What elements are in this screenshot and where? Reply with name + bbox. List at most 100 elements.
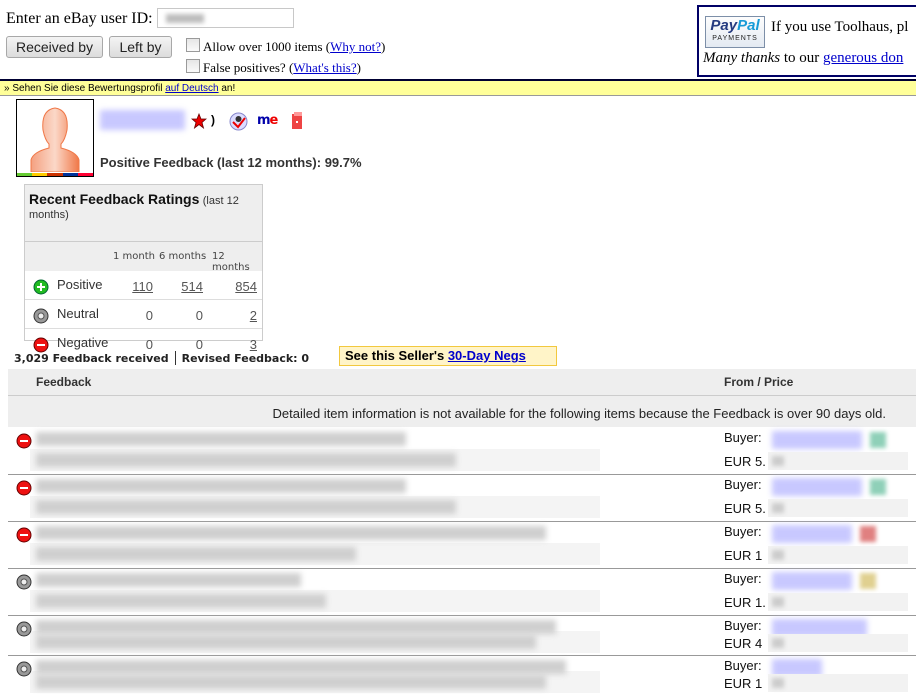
whats-this-link[interactable]: What's this?: [293, 60, 356, 75]
price: EUR 4: [724, 636, 763, 651]
store-door-icon[interactable]: [290, 112, 304, 130]
received-by-button[interactable]: Received by: [6, 36, 103, 58]
redacted-username[interactable]: [100, 110, 185, 130]
negative-12-months[interactable]: 3: [227, 337, 257, 352]
thirty-day-negs-link[interactable]: 30-Day Negs: [448, 348, 526, 363]
user-id-input[interactable]: [157, 8, 294, 28]
generous-donors-link[interactable]: generous don: [823, 50, 903, 66]
avatar: [16, 99, 94, 177]
price: EUR 5.: [724, 454, 766, 469]
ratings-column-headers: 1 month 6 months 12 months: [25, 242, 262, 273]
neutral-icon: [33, 308, 49, 324]
german-link[interactable]: auf Deutsch: [165, 83, 218, 94]
redacted-price: [768, 546, 908, 564]
redacted-comment: [36, 573, 301, 587]
buyer-label: Buyer:: [724, 477, 762, 492]
redacted-comment: [36, 432, 406, 446]
redacted-price: [768, 634, 908, 652]
buyer-label: Buyer:: [724, 618, 762, 633]
feedback-row: Buyer: EUR 1: [0, 521, 916, 568]
left-by-button[interactable]: Left by: [109, 36, 172, 58]
redacted-buyer-name[interactable]: [772, 478, 862, 496]
neutral-12-months[interactable]: 2: [227, 308, 257, 323]
redacted-price: [768, 674, 908, 692]
redacted-buyer-name[interactable]: [772, 525, 852, 543]
color-stripe: [17, 173, 93, 176]
column-feedback: Feedback: [36, 375, 92, 389]
redacted-comment: [36, 660, 566, 674]
donate-message: If you use Toolhaus, pl: [771, 19, 909, 35]
price: EUR 1: [724, 676, 763, 691]
score-close-paren: ): [211, 113, 215, 127]
me-page-icon[interactable]: me: [257, 113, 278, 128]
redacted-price: [768, 452, 908, 470]
neutral-icon: [16, 574, 32, 590]
negative-6-months: 0: [195, 337, 203, 352]
user-silhouette-icon: [30, 107, 80, 173]
feedback-table-header: Feedback From / Price: [8, 369, 916, 396]
redacted-buyer-name[interactable]: [772, 431, 862, 449]
row-divider: [8, 474, 916, 475]
buyer-star-icon: [870, 432, 886, 448]
donate-thanks: Many thanks to our generous don: [703, 50, 904, 66]
negative-icon: [16, 480, 32, 496]
donate-box: PayPal PAYMENTS If you use Toolhaus, pl …: [697, 5, 916, 77]
row-divider: [8, 655, 916, 656]
column-from-price: From / Price: [724, 375, 794, 389]
positive-icon: [33, 279, 49, 295]
redacted-price: [768, 593, 908, 611]
separator: [174, 351, 176, 365]
paypal-button[interactable]: PayPal PAYMENTS: [705, 16, 765, 48]
redacted-item-info: [36, 547, 356, 561]
positive-1-month[interactable]: 110: [123, 279, 153, 294]
redacted-price: [768, 499, 908, 517]
redacted-user-id: [166, 14, 204, 23]
ratings-title: Recent Feedback Ratings (last 12 months): [25, 185, 262, 242]
recent-ratings-table: Recent Feedback Ratings (last 12 months)…: [24, 184, 263, 353]
redacted-item-info: [36, 594, 326, 608]
row-divider: [8, 568, 916, 569]
feedback-row: Buyer: EUR 5.: [0, 427, 916, 474]
why-not-link[interactable]: Why not?: [330, 39, 381, 54]
positive-12-months[interactable]: 854: [227, 279, 257, 294]
allow-over-1000-label: Allow over 1000 items: [203, 39, 323, 54]
language-bar: » Sehen Sie diese Bewertungsprofil auf D…: [0, 81, 916, 96]
feedback-counts: 3,029 Feedback received Revised Feedback:…: [14, 351, 309, 365]
negative-icon: [16, 527, 32, 543]
feedback-row: Buyer: EUR 1: [0, 655, 916, 694]
false-positives-label: False positives?: [203, 60, 286, 75]
ratings-row-positive: Positive 110 514 854: [25, 271, 262, 299]
buyer-star-icon: [860, 573, 876, 589]
feedback-row: Buyer: EUR 1.: [0, 568, 916, 615]
revised-feedback-count: Revised Feedback: 0: [181, 352, 310, 365]
ratings-row-neutral: Neutral 0 0 2: [25, 299, 262, 328]
row-divider: [8, 615, 916, 616]
old-feedback-notice: Detailed item information is not availab…: [8, 396, 916, 427]
feedback-row: Buyer: EUR 5.: [0, 474, 916, 521]
neutral-icon: [16, 621, 32, 637]
red-star-icon: [191, 113, 207, 129]
thirty-day-negs-box: See this Seller's 30-Day Negs: [339, 346, 557, 366]
price: EUR 5.: [724, 501, 766, 516]
positive-6-months[interactable]: 514: [173, 279, 203, 294]
id-verified-icon[interactable]: [229, 112, 248, 131]
user-id-label: Enter an eBay user ID:: [6, 10, 153, 27]
buyer-star-icon: [860, 526, 876, 542]
redacted-item-info: [36, 635, 536, 649]
allow-over-1000-checkbox[interactable]: [186, 38, 200, 52]
row-divider: [8, 521, 916, 522]
redacted-comment: [36, 479, 406, 493]
neutral-icon: [16, 661, 32, 677]
paypal-logo-icon: PayPal: [710, 17, 760, 34]
price: EUR 1.: [724, 595, 766, 610]
negative-icon: [16, 433, 32, 449]
neutral-6-months: 0: [195, 308, 203, 323]
false-positives-checkbox[interactable]: [186, 59, 200, 73]
buyer-label: Buyer:: [724, 524, 762, 539]
buyer-label: Buyer:: [724, 571, 762, 586]
price: EUR 1: [724, 548, 763, 563]
redacted-buyer-name[interactable]: [772, 572, 852, 590]
redacted-item-info: [36, 500, 456, 514]
neutral-1-month: 0: [145, 308, 153, 323]
redacted-comment: [36, 526, 546, 540]
